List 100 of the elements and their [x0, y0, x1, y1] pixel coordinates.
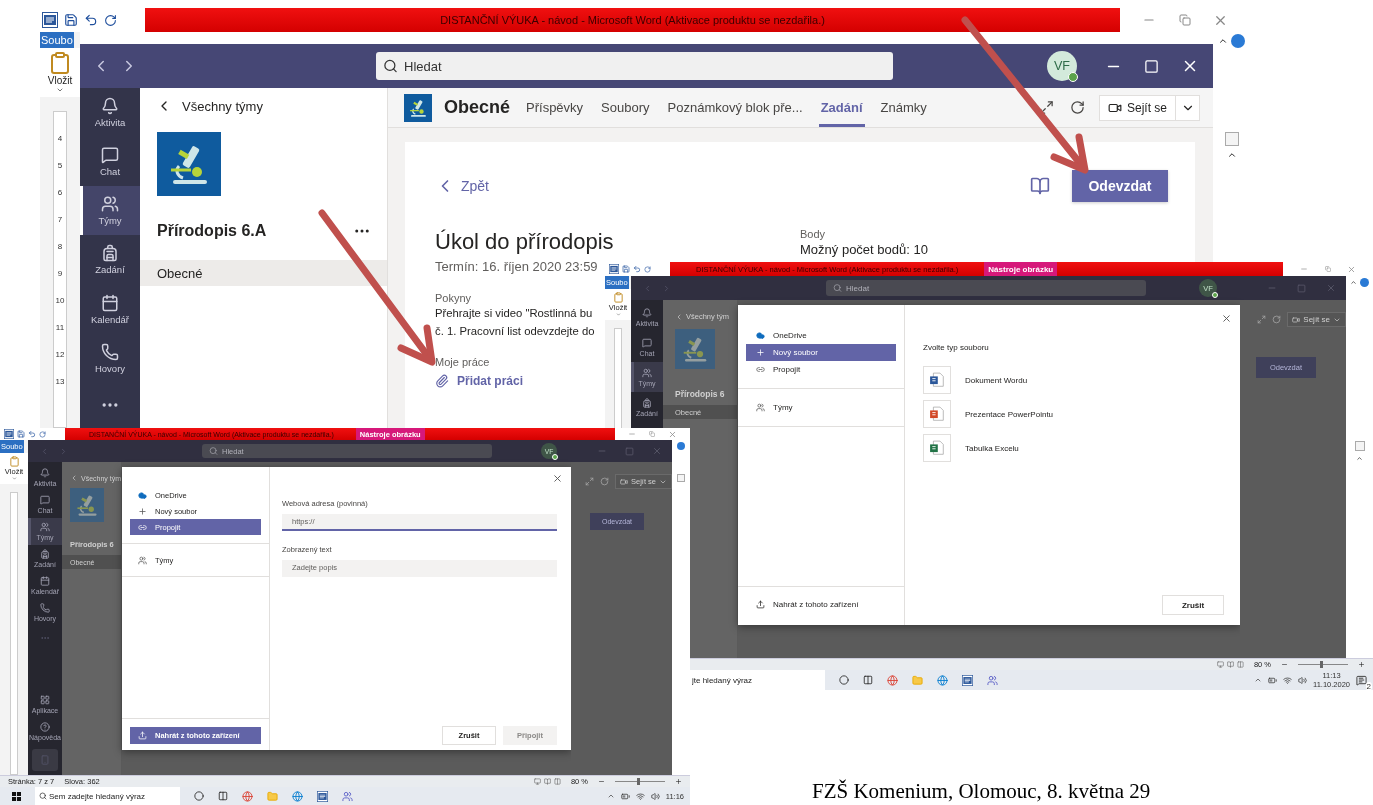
view-icon[interactable]	[533, 778, 541, 785]
people-icon[interactable]	[342, 790, 353, 802]
restore-icon[interactable]	[649, 431, 655, 437]
reader-icon[interactable]	[1030, 176, 1050, 196]
help-icon[interactable]	[677, 442, 685, 450]
scroll-up-icon[interactable]	[1226, 150, 1237, 160]
tab[interactable]: Soubory	[599, 88, 652, 127]
rail-item[interactable]: Hovory	[80, 333, 140, 383]
tab[interactable]: Příspěvky	[524, 88, 586, 127]
wifi-icon[interactable]	[635, 791, 645, 801]
meet-button[interactable]: Sejít se	[1098, 94, 1200, 121]
browser-icon[interactable]	[242, 790, 253, 802]
file-type-option[interactable]: Prezentace PowerPointu	[923, 400, 1224, 428]
browser-icon[interactable]	[887, 674, 898, 686]
view-icon[interactable]	[553, 778, 561, 785]
rail-item[interactable]: Zadání	[80, 235, 140, 285]
browser-icon[interactable]	[937, 674, 948, 686]
view-icon[interactable]	[1236, 661, 1244, 668]
upload-button[interactable]: Nahrát z tohoto zařízení	[746, 591, 896, 617]
rail-item[interactable]: Aktivita	[80, 88, 140, 138]
search-field[interactable]: Sem zadejte hledaný výraz	[35, 787, 180, 805]
people-icon[interactable]	[987, 674, 998, 686]
undo-icon[interactable]	[633, 265, 641, 273]
zoom-out-icon[interactable]	[1281, 661, 1288, 668]
undo-icon[interactable]	[28, 430, 36, 438]
restore-icon[interactable]	[1324, 266, 1331, 272]
battery-icon[interactable]	[1268, 675, 1277, 685]
caret-icon[interactable]	[606, 792, 615, 800]
start-icon[interactable]	[12, 791, 21, 801]
source-item[interactable]: Nový soubor	[746, 344, 896, 361]
scroll-up-icon[interactable]	[1356, 455, 1363, 462]
upload-icon	[138, 731, 147, 740]
view-icon[interactable]	[543, 778, 551, 785]
file-type-option[interactable]: Dokument Wordu	[923, 366, 1224, 394]
browser-icon[interactable]	[292, 790, 303, 802]
speaker-icon[interactable]	[1298, 675, 1307, 685]
file-type-option[interactable]: Tabulka Excelu	[923, 434, 1224, 462]
search-icon	[209, 446, 218, 456]
save-icon[interactable]	[622, 265, 630, 273]
tab[interactable]: Známky	[878, 88, 929, 127]
notification-icon[interactable]	[1356, 674, 1367, 686]
rail-item[interactable]: Chat	[80, 137, 140, 187]
meet-button[interactable]: Sejít se	[1287, 312, 1346, 327]
expand-icon[interactable]	[1038, 100, 1054, 115]
add-work-link[interactable]: Přidat práci	[435, 374, 524, 388]
speaker-icon[interactable]	[650, 791, 660, 801]
help-icon[interactable]	[1231, 34, 1245, 48]
task-view-icon[interactable]	[863, 675, 873, 685]
section-label: Moje práce	[435, 356, 490, 368]
circle-icon[interactable]	[194, 791, 204, 801]
search-field[interactable]: jte hledaný výraz	[690, 670, 825, 690]
search-field[interactable]: Hledat	[376, 52, 893, 80]
source-item[interactable]: OneDrive	[746, 327, 896, 344]
source-item[interactable]: Týmy	[746, 399, 896, 416]
search-icon	[833, 283, 842, 293]
ribbon-tab[interactable]: Nástroje obrázku	[984, 262, 1058, 276]
collapse-icon[interactable]	[1350, 279, 1357, 286]
restore-icon[interactable]	[1178, 14, 1191, 26]
zoom-in-icon[interactable]	[1358, 661, 1365, 668]
paste-button[interactable]: Vložit	[40, 48, 80, 97]
calendar-icon	[101, 293, 119, 312]
circle-icon[interactable]	[839, 675, 849, 685]
view-icon[interactable]	[1216, 661, 1224, 668]
zoom-in-icon[interactable]	[675, 778, 682, 785]
wifi-icon[interactable]	[1283, 675, 1292, 685]
close-icon[interactable]	[552, 473, 563, 484]
tab[interactable]: Poznámkový blok pře...	[665, 88, 805, 127]
battery-icon[interactable]	[620, 791, 630, 801]
back-link[interactable]: Zpět	[435, 176, 489, 196]
source-item[interactable]: Propojit	[746, 361, 896, 378]
tab[interactable]: Zadání	[818, 88, 865, 127]
zoom-out-icon[interactable]	[598, 778, 605, 785]
rail-item[interactable]: Týmy	[80, 186, 140, 236]
cancel-button[interactable]: Zrušit	[1162, 595, 1224, 615]
ruler-toggle-icon[interactable]	[677, 474, 685, 482]
search-field[interactable]: Hledat	[826, 280, 1146, 296]
view-icon[interactable]	[1226, 661, 1234, 668]
save-icon[interactable]	[17, 430, 25, 438]
channel-item[interactable]: Obecné	[140, 260, 387, 286]
back-link[interactable]: Všechny týmy	[140, 88, 281, 132]
ruler-number: 4	[57, 133, 63, 145]
refresh-icon[interactable]	[1069, 100, 1085, 115]
collapse-icon[interactable]	[1218, 36, 1228, 46]
avatar[interactable]: VF	[1047, 51, 1077, 81]
close-icon[interactable]	[1221, 313, 1232, 324]
submit-button[interactable]: Odevzdat	[1072, 170, 1168, 202]
redo-icon[interactable]	[104, 13, 117, 27]
undo-icon[interactable]	[84, 13, 98, 27]
ruler-toggle-icon[interactable]	[1224, 132, 1239, 146]
caret-icon[interactable]	[1254, 676, 1262, 684]
ribbon-tab[interactable]: Soubo	[40, 32, 74, 48]
slider-thumb[interactable]	[1319, 661, 1323, 668]
help-icon[interactable]	[1360, 278, 1369, 287]
task-view-icon[interactable]	[218, 791, 228, 801]
ruler-toggle-icon[interactable]	[1354, 441, 1365, 451]
slider-thumb[interactable]	[636, 778, 640, 785]
phone-icon	[40, 603, 50, 613]
rail-item[interactable]: Kalendář	[80, 284, 140, 334]
team-logo	[157, 132, 221, 196]
save-icon[interactable]	[64, 13, 78, 27]
